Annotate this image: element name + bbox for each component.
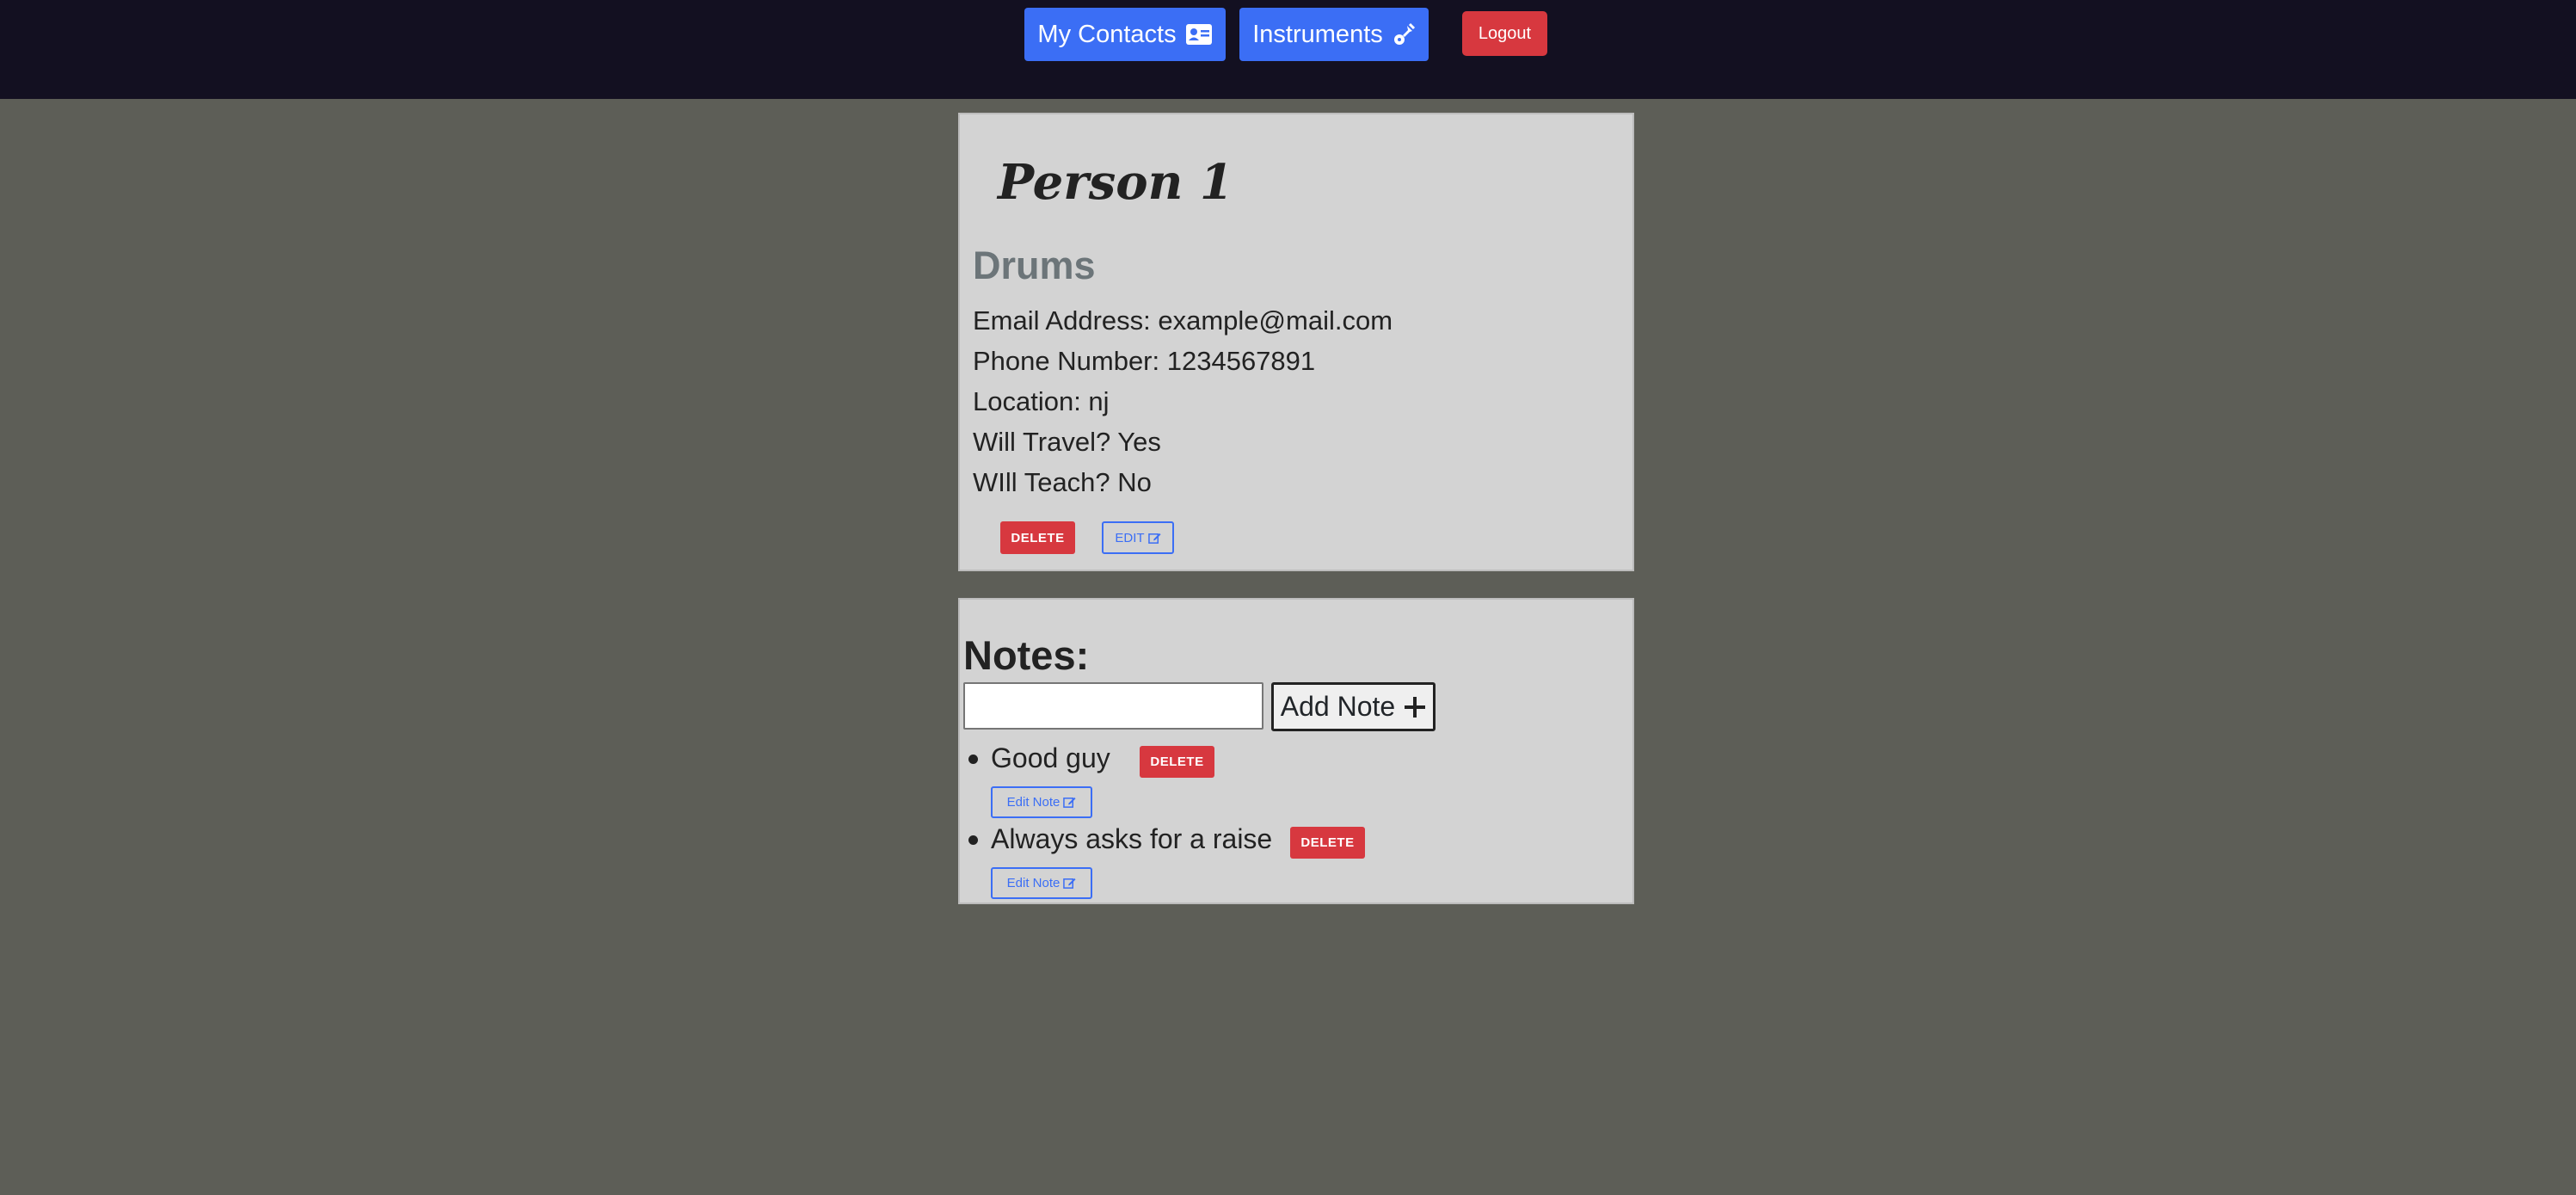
- edit-icon: [1063, 878, 1076, 889]
- note-bullet: [968, 835, 978, 845]
- edit-contact-button[interactable]: EDIT: [1102, 521, 1174, 554]
- logout-button[interactable]: Logout: [1462, 11, 1547, 56]
- my-contacts-label: My Contacts: [1037, 20, 1177, 48]
- plus-icon: [1405, 696, 1426, 718]
- edit-contact-label: EDIT: [1115, 530, 1145, 545]
- contact-teach: WIll Teach? No: [973, 467, 1152, 497]
- delete-contact-button[interactable]: DELETE: [1000, 521, 1075, 554]
- edit-icon: [1147, 533, 1161, 544]
- notes-card: Notes: Add Note Good guy DELETE Edit Not…: [958, 598, 1634, 904]
- edit-note-label: Edit Note: [1006, 795, 1061, 810]
- contact-email: Email Address: example@mail.com: [973, 305, 1393, 336]
- instruments-label: Instruments: [1252, 20, 1383, 48]
- contact-instrument: Drums: [973, 243, 1096, 287]
- note-text: Good guy: [991, 742, 1110, 773]
- contact-card: Person 1 Drums Email Address: example@ma…: [958, 113, 1634, 571]
- guitar-icon: [1393, 22, 1415, 45]
- contact-location: Location: nj: [973, 386, 1110, 416]
- add-note-label: Add Note: [1280, 691, 1396, 722]
- contact-phone: Phone Number: 1234567891: [973, 346, 1316, 376]
- edit-note-label: Edit Note: [1006, 876, 1061, 890]
- edit-icon: [1063, 797, 1076, 808]
- top-navbar: My Contacts Instruments Logout: [0, 0, 2576, 99]
- edit-note-button[interactable]: Edit Note: [991, 867, 1092, 899]
- edit-note-button[interactable]: Edit Note: [991, 786, 1092, 818]
- note-input[interactable]: [963, 682, 1263, 730]
- note-text: Always asks for a raise: [991, 823, 1273, 854]
- contact-name: Person 1: [998, 154, 1233, 211]
- note-bullet: [968, 755, 978, 764]
- notes-title: Notes:: [963, 632, 1090, 678]
- my-contacts-button[interactable]: My Contacts: [1024, 8, 1226, 61]
- contact-card-icon: [1185, 24, 1212, 45]
- instruments-button[interactable]: Instruments: [1239, 8, 1429, 61]
- delete-note-button[interactable]: DELETE: [1290, 827, 1365, 859]
- delete-note-button[interactable]: DELETE: [1140, 746, 1214, 778]
- add-note-button[interactable]: Add Note: [1271, 682, 1436, 731]
- contact-travel: Will Travel? Yes: [973, 427, 1161, 457]
